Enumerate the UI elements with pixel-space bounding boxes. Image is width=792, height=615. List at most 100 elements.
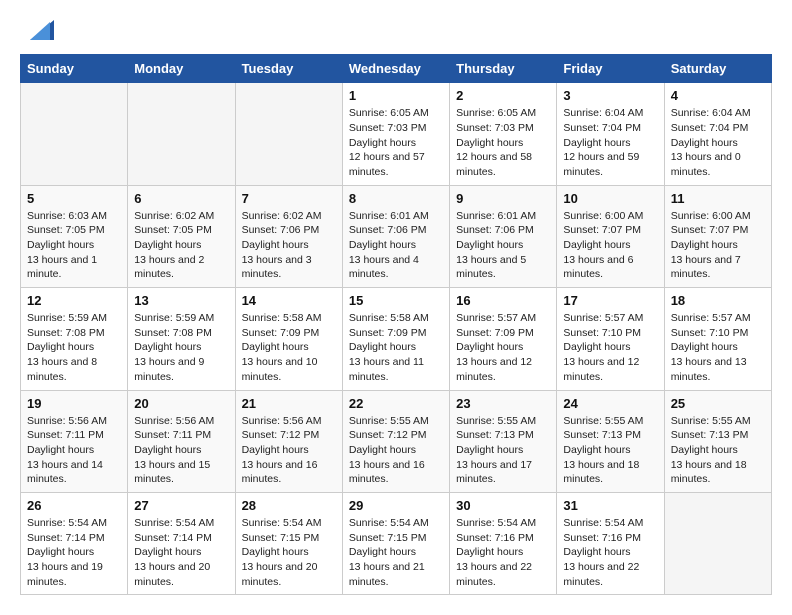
week-row-1: 1 Sunrise: 6:05 AM Sunset: 7:03 PM Dayli… [21,83,772,185]
day-number: 23 [456,396,550,411]
calendar-cell: 26 Sunrise: 5:54 AM Sunset: 7:14 PM Dayl… [21,492,128,594]
day-number: 16 [456,293,550,308]
day-info: Sunrise: 5:55 AM Sunset: 7:13 PM Dayligh… [563,414,657,487]
day-info: Sunrise: 6:04 AM Sunset: 7:04 PM Dayligh… [671,106,765,179]
weekday-header-saturday: Saturday [664,55,771,83]
day-number: 30 [456,498,550,513]
calendar-cell: 31 Sunrise: 5:54 AM Sunset: 7:16 PM Dayl… [557,492,664,594]
day-info: Sunrise: 6:01 AM Sunset: 7:06 PM Dayligh… [349,209,443,282]
day-number: 31 [563,498,657,513]
day-info: Sunrise: 5:55 AM Sunset: 7:13 PM Dayligh… [456,414,550,487]
calendar-cell: 3 Sunrise: 6:04 AM Sunset: 7:04 PM Dayli… [557,83,664,185]
day-info: Sunrise: 5:56 AM Sunset: 7:11 PM Dayligh… [134,414,228,487]
day-info: Sunrise: 5:56 AM Sunset: 7:11 PM Dayligh… [27,414,121,487]
calendar-cell: 19 Sunrise: 5:56 AM Sunset: 7:11 PM Dayl… [21,390,128,492]
logo [20,20,54,44]
day-number: 9 [456,191,550,206]
day-info: Sunrise: 6:02 AM Sunset: 7:06 PM Dayligh… [242,209,336,282]
day-number: 8 [349,191,443,206]
calendar-cell [128,83,235,185]
calendar-cell: 6 Sunrise: 6:02 AM Sunset: 7:05 PM Dayli… [128,185,235,287]
day-number: 24 [563,396,657,411]
day-info: Sunrise: 6:00 AM Sunset: 7:07 PM Dayligh… [671,209,765,282]
calendar-cell: 12 Sunrise: 5:59 AM Sunset: 7:08 PM Dayl… [21,288,128,390]
calendar-cell: 25 Sunrise: 5:55 AM Sunset: 7:13 PM Dayl… [664,390,771,492]
day-info: Sunrise: 5:57 AM Sunset: 7:09 PM Dayligh… [456,311,550,384]
week-row-2: 5 Sunrise: 6:03 AM Sunset: 7:05 PM Dayli… [21,185,772,287]
day-number: 7 [242,191,336,206]
calendar-cell: 29 Sunrise: 5:54 AM Sunset: 7:15 PM Dayl… [342,492,449,594]
calendar-cell [21,83,128,185]
day-number: 10 [563,191,657,206]
day-number: 26 [27,498,121,513]
day-number: 17 [563,293,657,308]
calendar-cell: 28 Sunrise: 5:54 AM Sunset: 7:15 PM Dayl… [235,492,342,594]
week-row-5: 26 Sunrise: 5:54 AM Sunset: 7:14 PM Dayl… [21,492,772,594]
day-info: Sunrise: 5:55 AM Sunset: 7:12 PM Dayligh… [349,414,443,487]
day-info: Sunrise: 5:59 AM Sunset: 7:08 PM Dayligh… [134,311,228,384]
calendar-cell: 5 Sunrise: 6:03 AM Sunset: 7:05 PM Dayli… [21,185,128,287]
day-info: Sunrise: 5:54 AM Sunset: 7:14 PM Dayligh… [27,516,121,589]
day-number: 25 [671,396,765,411]
weekday-header-wednesday: Wednesday [342,55,449,83]
calendar-cell: 1 Sunrise: 6:05 AM Sunset: 7:03 PM Dayli… [342,83,449,185]
weekday-header-sunday: Sunday [21,55,128,83]
day-info: Sunrise: 5:54 AM Sunset: 7:15 PM Dayligh… [349,516,443,589]
calendar-cell: 17 Sunrise: 5:57 AM Sunset: 7:10 PM Dayl… [557,288,664,390]
page-header [20,20,772,44]
day-info: Sunrise: 5:58 AM Sunset: 7:09 PM Dayligh… [349,311,443,384]
weekday-header-monday: Monday [128,55,235,83]
logo-icon [22,12,54,44]
calendar-cell: 30 Sunrise: 5:54 AM Sunset: 7:16 PM Dayl… [450,492,557,594]
day-info: Sunrise: 6:00 AM Sunset: 7:07 PM Dayligh… [563,209,657,282]
day-info: Sunrise: 5:57 AM Sunset: 7:10 PM Dayligh… [671,311,765,384]
day-info: Sunrise: 5:54 AM Sunset: 7:16 PM Dayligh… [456,516,550,589]
calendar-cell: 22 Sunrise: 5:55 AM Sunset: 7:12 PM Dayl… [342,390,449,492]
weekday-header-row: SundayMondayTuesdayWednesdayThursdayFrid… [21,55,772,83]
calendar-cell: 8 Sunrise: 6:01 AM Sunset: 7:06 PM Dayli… [342,185,449,287]
day-number: 2 [456,88,550,103]
calendar-cell: 23 Sunrise: 5:55 AM Sunset: 7:13 PM Dayl… [450,390,557,492]
day-number: 20 [134,396,228,411]
calendar-cell: 10 Sunrise: 6:00 AM Sunset: 7:07 PM Dayl… [557,185,664,287]
day-number: 22 [349,396,443,411]
weekday-header-tuesday: Tuesday [235,55,342,83]
day-number: 28 [242,498,336,513]
day-info: Sunrise: 5:56 AM Sunset: 7:12 PM Dayligh… [242,414,336,487]
calendar-cell: 27 Sunrise: 5:54 AM Sunset: 7:14 PM Dayl… [128,492,235,594]
day-info: Sunrise: 6:05 AM Sunset: 7:03 PM Dayligh… [349,106,443,179]
calendar-cell: 4 Sunrise: 6:04 AM Sunset: 7:04 PM Dayli… [664,83,771,185]
day-info: Sunrise: 6:02 AM Sunset: 7:05 PM Dayligh… [134,209,228,282]
day-number: 4 [671,88,765,103]
calendar-cell: 9 Sunrise: 6:01 AM Sunset: 7:06 PM Dayli… [450,185,557,287]
calendar-cell: 20 Sunrise: 5:56 AM Sunset: 7:11 PM Dayl… [128,390,235,492]
day-number: 29 [349,498,443,513]
day-info: Sunrise: 5:54 AM Sunset: 7:15 PM Dayligh… [242,516,336,589]
weekday-header-friday: Friday [557,55,664,83]
day-info: Sunrise: 6:03 AM Sunset: 7:05 PM Dayligh… [27,209,121,282]
day-number: 12 [27,293,121,308]
day-number: 18 [671,293,765,308]
calendar-cell: 2 Sunrise: 6:05 AM Sunset: 7:03 PM Dayli… [450,83,557,185]
calendar-cell: 13 Sunrise: 5:59 AM Sunset: 7:08 PM Dayl… [128,288,235,390]
calendar-cell: 11 Sunrise: 6:00 AM Sunset: 7:07 PM Dayl… [664,185,771,287]
day-number: 13 [134,293,228,308]
calendar-cell: 18 Sunrise: 5:57 AM Sunset: 7:10 PM Dayl… [664,288,771,390]
day-number: 3 [563,88,657,103]
day-info: Sunrise: 5:54 AM Sunset: 7:16 PM Dayligh… [563,516,657,589]
day-info: Sunrise: 6:04 AM Sunset: 7:04 PM Dayligh… [563,106,657,179]
day-info: Sunrise: 5:57 AM Sunset: 7:10 PM Dayligh… [563,311,657,384]
day-number: 11 [671,191,765,206]
day-number: 1 [349,88,443,103]
day-info: Sunrise: 5:55 AM Sunset: 7:13 PM Dayligh… [671,414,765,487]
day-number: 15 [349,293,443,308]
day-number: 14 [242,293,336,308]
calendar-cell [664,492,771,594]
week-row-3: 12 Sunrise: 5:59 AM Sunset: 7:08 PM Dayl… [21,288,772,390]
day-number: 6 [134,191,228,206]
day-info: Sunrise: 6:01 AM Sunset: 7:06 PM Dayligh… [456,209,550,282]
day-number: 5 [27,191,121,206]
calendar-cell: 16 Sunrise: 5:57 AM Sunset: 7:09 PM Dayl… [450,288,557,390]
calendar-cell: 7 Sunrise: 6:02 AM Sunset: 7:06 PM Dayli… [235,185,342,287]
day-info: Sunrise: 5:54 AM Sunset: 7:14 PM Dayligh… [134,516,228,589]
